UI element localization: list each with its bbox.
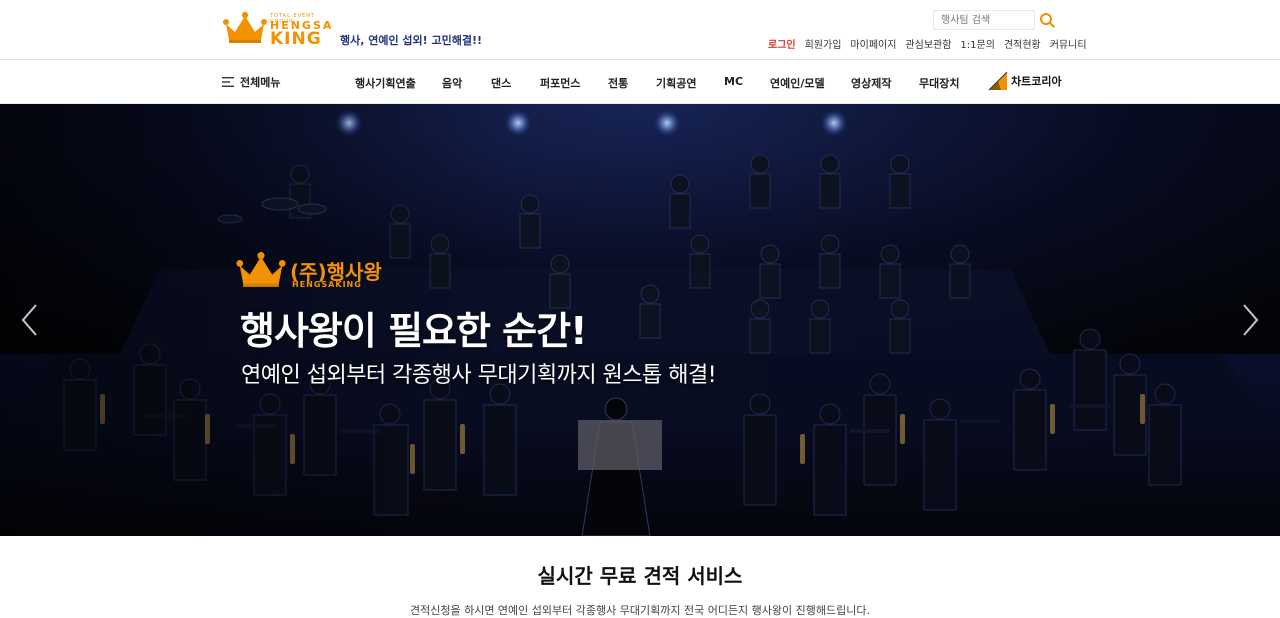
- logo-line-2: KING: [270, 29, 322, 49]
- search-box: [933, 10, 1057, 30]
- hero-subtitle: 연예인 섭외부터 각종행사 무대기획까지 원스톱 해결!: [241, 363, 717, 388]
- chart-korea-link[interactable]: 차트코리아: [987, 70, 1062, 92]
- nav-item-mc[interactable]: MC: [724, 75, 743, 88]
- nav-item-event-planning[interactable]: 행사기획연출: [355, 75, 416, 91]
- quote-section-title: 실시간 무료 견적 서비스: [537, 564, 743, 588]
- signup-link[interactable]: 회원가입: [805, 36, 842, 51]
- concert-stage-photo: [0, 104, 1280, 536]
- header-slogan: 행사, 연예인 섭외! 고민해결!!: [340, 34, 483, 47]
- all-menu-label: 전체메뉴: [240, 76, 281, 89]
- hero-title: 행사왕이 필요한 순간!: [240, 309, 587, 353]
- crown-logo-icon: [223, 11, 267, 43]
- nav-item-dance[interactable]: 댄스: [491, 75, 511, 91]
- chart-korea-label: 차트코리아: [1011, 75, 1062, 88]
- chevron-right-icon[interactable]: [1238, 302, 1262, 338]
- chart-korea-logo-icon: [988, 71, 1008, 91]
- main-navigation: 전체메뉴 행사기획연출 음악 댄스 퍼포먼스 전통 기획공연 MC 연예인/모델…: [0, 60, 1280, 104]
- top-links: 로그인 회원가입 마이페이지 관심보관함 1:1문의 견적현황 커뮤니티: [768, 36, 1096, 51]
- nav-item-stage-equipment[interactable]: 무대장치: [919, 75, 959, 91]
- nav-item-music[interactable]: 음악: [442, 75, 462, 91]
- quote-section-description: 견적신청을 하시면 연예인 섭외부터 각종행사 무대기획까지 전국 어디든지 행…: [409, 604, 870, 617]
- chevron-left-icon[interactable]: [18, 302, 42, 338]
- nav-item-planned-show[interactable]: 기획공연: [656, 75, 696, 91]
- search-input[interactable]: [933, 10, 1035, 30]
- community-link[interactable]: 커뮤니티: [1050, 36, 1087, 51]
- mypage-link[interactable]: 마이페이지: [850, 36, 896, 51]
- crown-icon: [236, 252, 286, 287]
- site-logo[interactable]: TOTAL EVENT GROUP HENGSA KING: [222, 8, 334, 49]
- quote-status-link[interactable]: 견적현황: [1004, 36, 1041, 51]
- nav-item-performance[interactable]: 퍼포먼스: [540, 75, 580, 91]
- nav-item-traditional[interactable]: 전통: [608, 75, 628, 91]
- login-link[interactable]: 로그인: [768, 36, 796, 51]
- all-menu-button[interactable]: 전체메뉴: [222, 74, 280, 90]
- top-header: TOTAL EVENT GROUP HENGSA KING 행사, 연예인 섭외…: [0, 0, 1280, 60]
- wishlist-link[interactable]: 관심보관함: [905, 36, 951, 51]
- inquiry-link[interactable]: 1:1문의: [960, 36, 995, 51]
- hero-brand-roman: HENGSAKING: [292, 280, 362, 289]
- hero-brand-logo: (주)행사왕 HENGSAKING: [234, 242, 394, 292]
- search-icon[interactable]: [1039, 12, 1055, 28]
- nav-item-celebrity-model[interactable]: 연예인/모델: [770, 75, 825, 91]
- hamburger-icon: [222, 77, 234, 87]
- nav-item-video-production[interactable]: 영상제작: [851, 75, 891, 91]
- hero-banner: (주)행사왕 HENGSAKING 행사왕이 필요한 순간! 연예인 섭외부터 …: [0, 104, 1280, 536]
